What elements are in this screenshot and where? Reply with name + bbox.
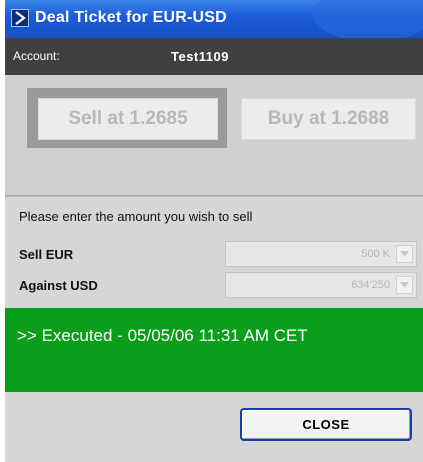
app-icon — [11, 9, 29, 27]
against-amount-dropdown[interactable] — [396, 276, 413, 294]
amount-section: Please enter the amount you wish to sell… — [5, 196, 423, 309]
deal-ticket-window: Deal Ticket for EUR-USD Account: Test110… — [5, 0, 423, 462]
title-bar-decoration — [313, 0, 423, 42]
window-title: Deal Ticket for EUR-USD — [35, 9, 227, 26]
sell-currency-label: Sell EUR — [19, 247, 74, 262]
price-panel: Sell at 1.2685 Buy at 1.2688 — [5, 75, 423, 196]
close-button[interactable]: CLOSE — [240, 408, 412, 441]
sell-button[interactable]: Sell at 1.2685 — [38, 98, 218, 140]
sell-amount-value: 500 K — [361, 248, 390, 260]
title-bar[interactable]: Deal Ticket for EUR-USD — [5, 0, 423, 42]
chevron-down-icon — [400, 282, 409, 288]
amount-prompt: Please enter the amount you wish to sell — [19, 209, 253, 224]
account-value: Test1109 — [171, 49, 229, 64]
sell-amount-field[interactable]: 500 K — [225, 241, 417, 267]
buy-button[interactable]: Buy at 1.2688 — [241, 98, 416, 140]
status-message: >> Executed - 05/05/06 11:31 AM CET — [17, 326, 308, 345]
against-amount-field[interactable]: 634'250 — [225, 272, 417, 298]
against-amount-value: 634'250 — [351, 279, 390, 291]
chevron-down-icon — [400, 251, 409, 257]
account-bar: Account: Test1109 — [5, 38, 423, 75]
account-label: Account: — [13, 49, 60, 63]
sell-amount-dropdown[interactable] — [396, 245, 413, 263]
against-currency-label: Against USD — [19, 278, 98, 293]
footer: CLOSE — [5, 392, 423, 462]
status-panel: >> Executed - 05/05/06 11:31 AM CET — [5, 308, 423, 392]
